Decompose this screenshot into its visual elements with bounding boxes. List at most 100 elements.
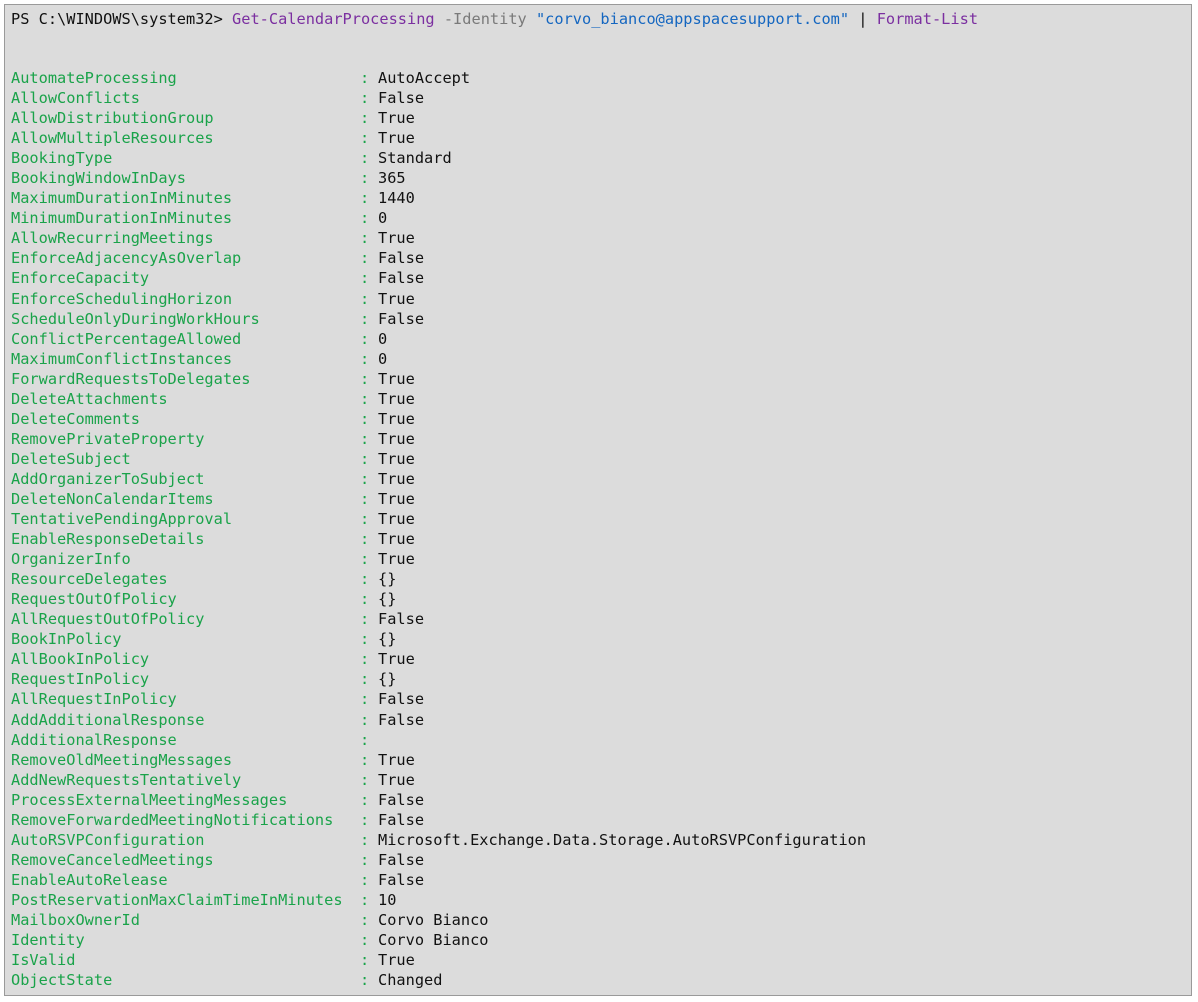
property-value: True (378, 429, 415, 448)
property-value: 0 (378, 349, 388, 368)
property-value: False (378, 309, 425, 328)
property-value: False (378, 870, 425, 889)
property-name: RemoveCanceledMeetings (11, 850, 214, 869)
property-name: AllRequestInPolicy (11, 690, 177, 709)
property-separator: : (360, 710, 370, 729)
property-name: AllowDistributionGroup (11, 109, 214, 128)
property-separator: : (360, 349, 370, 368)
property-value: 10 (378, 890, 397, 909)
property-value: 365 (378, 169, 406, 188)
property-name: ForwardRequestsToDelegates (11, 369, 251, 388)
property-value: True (378, 229, 415, 248)
property-name: BookingWindowInDays (11, 169, 186, 188)
property-separator: : (360, 570, 370, 589)
property-name: MaximumConflictInstances (11, 349, 233, 368)
property-value: True (378, 489, 415, 508)
property-row: AllRequestInPolicy: False (11, 689, 866, 709)
property-value: True (378, 109, 415, 128)
property-separator: : (360, 269, 370, 288)
property-separator: : (360, 530, 370, 549)
property-separator: : (360, 630, 370, 649)
property-row: AllowConflicts: False (11, 88, 866, 108)
property-name: AutoRSVPConfiguration (11, 830, 205, 849)
property-value: 0 (378, 329, 388, 348)
property-separator: : (360, 971, 370, 990)
property-name: MinimumDurationInMinutes (11, 209, 233, 228)
property-name: TentativePendingApproval (11, 510, 233, 529)
property-separator: : (360, 189, 370, 208)
property-name: AllBookInPolicy (11, 650, 150, 669)
property-row: OrganizerInfo: True (11, 549, 866, 569)
property-row: DeleteSubject: True (11, 449, 866, 469)
property-separator: : (360, 870, 370, 889)
property-row: TentativePendingApproval: True (11, 509, 866, 529)
property-row: ResourceDelegates: {} (11, 569, 866, 589)
property-row: IsValid: True (11, 950, 866, 970)
property-row: DeleteNonCalendarItems: True (11, 489, 866, 509)
property-separator: : (360, 429, 370, 448)
property-name: EnableAutoRelease (11, 870, 168, 889)
property-separator: : (360, 489, 370, 508)
property-value: 0 (378, 209, 388, 228)
property-separator: : (360, 750, 370, 769)
property-name: AllowRecurringMeetings (11, 229, 214, 248)
property-value: 1440 (378, 189, 415, 208)
property-value: False (378, 710, 425, 729)
property-value: Corvo Bianco (378, 931, 489, 950)
property-row: PostReservationMaxClaimTimeInMinutes:10 (11, 890, 866, 910)
property-row: AddAdditionalResponse: False (11, 710, 866, 730)
property-value: True (378, 770, 415, 789)
property-value: {} (378, 570, 397, 589)
property-name: EnforceCapacity (11, 269, 150, 288)
property-separator: : (360, 289, 370, 308)
property-separator: : (360, 229, 370, 248)
property-name: DeleteAttachments (11, 389, 168, 408)
property-value: True (378, 650, 415, 669)
property-value: True (378, 750, 415, 769)
property-name: AllRequestOutOfPolicy (11, 610, 205, 629)
property-name: DeleteNonCalendarItems (11, 489, 214, 508)
property-separator: : (360, 590, 370, 609)
property-name: MailboxOwnerId (11, 910, 140, 929)
property-row: RemovePrivateProperty: True (11, 429, 866, 449)
property-row: AllBookInPolicy: True (11, 649, 866, 669)
property-separator: : (360, 951, 370, 970)
property-row: Identity: Corvo Bianco (11, 930, 866, 950)
property-name: Identity (11, 931, 85, 950)
property-name: RemoveOldMeetingMessages (11, 750, 233, 769)
command-output: AutomateProcessing: AutoAccept AllowConfli… (11, 68, 866, 990)
property-value: False (378, 690, 425, 709)
property-row: ConflictPercentageAllowed:0 (11, 329, 866, 349)
property-name: AutomateProcessing (11, 69, 177, 87)
powershell-console[interactable]: PS C:\WINDOWS\system32> Get-CalendarProc… (4, 4, 1192, 996)
property-value: True (378, 550, 415, 569)
property-name: AdditionalResponse (11, 730, 177, 749)
property-row: ScheduleOnlyDuringWorkHours: False (11, 309, 866, 329)
property-value: True (378, 530, 415, 549)
property-value: True (378, 409, 415, 428)
property-row: AllowDistributionGroup: True (11, 108, 866, 128)
property-separator: : (360, 931, 370, 950)
property-name: AllowMultipleResources (11, 129, 214, 148)
property-separator: : (360, 169, 370, 188)
property-name: ObjectState (11, 971, 113, 990)
property-separator: : (360, 550, 370, 569)
property-value: False (378, 810, 425, 829)
cmdlet-name: Get-CalendarProcessing (232, 10, 435, 28)
property-name: AllowConflicts (11, 89, 140, 108)
parameter-argument: "corvo_bianco@appspacesupport.com" (535, 10, 850, 28)
property-row: MaximumDurationInMinutes:1440 (11, 188, 866, 208)
property-row: ProcessExternalMeetingMessages: False (11, 790, 866, 810)
property-value: False (378, 89, 425, 108)
property-name: AddOrganizerToSubject (11, 469, 205, 488)
property-row: RemoveOldMeetingMessages: True (11, 750, 866, 770)
property-separator: : (360, 89, 370, 108)
property-separator: : (360, 610, 370, 629)
property-separator: : (360, 149, 370, 168)
property-row: AllowMultipleResources: True (11, 128, 866, 148)
property-value: Standard (378, 149, 452, 168)
property-separator: : (360, 129, 370, 148)
pipe-operator: | (849, 10, 877, 28)
property-separator: : (360, 329, 370, 348)
property-row: BookingWindowInDays:365 (11, 168, 866, 188)
